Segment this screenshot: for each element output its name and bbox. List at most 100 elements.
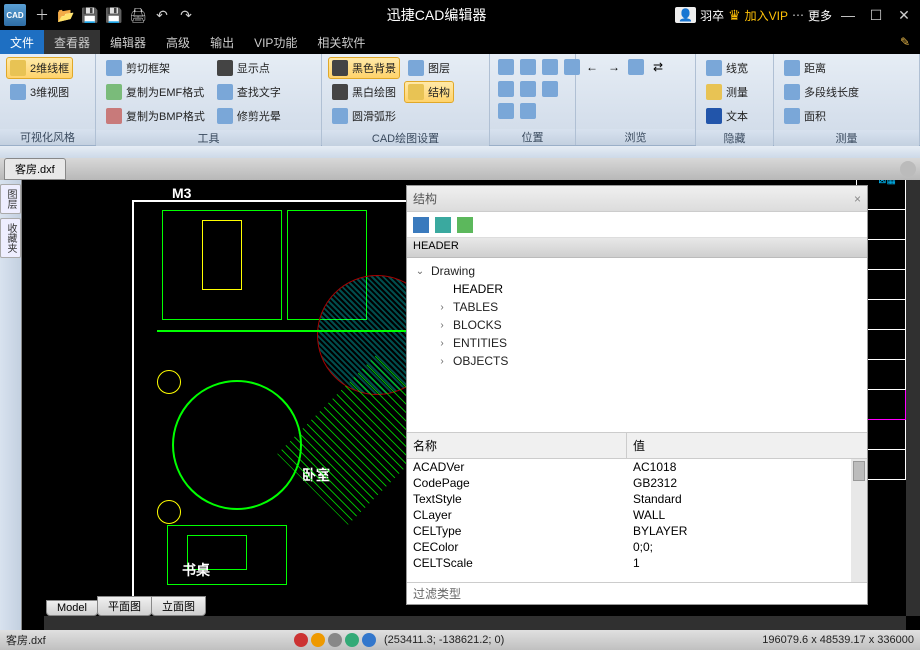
property-row[interactable]: CELTypeBYLAYER: [407, 523, 867, 539]
btn-smooth-arc[interactable]: 圆滑弧形: [328, 105, 400, 127]
tree-header[interactable]: HEADER: [413, 280, 861, 298]
nav-copy-icon[interactable]: [626, 57, 646, 77]
status-icon-1[interactable]: [294, 633, 308, 647]
btn-clip-frame[interactable]: 剪切框架: [102, 57, 209, 79]
maximize-icon[interactable]: ☐: [864, 3, 888, 27]
property-row[interactable]: CEColor0;0;: [407, 539, 867, 555]
btn-distance[interactable]: 距离: [780, 57, 863, 79]
tree-blocks[interactable]: ›BLOCKS: [413, 316, 861, 334]
panel-tool-3[interactable]: [457, 217, 473, 233]
pos-btn-1[interactable]: [496, 57, 516, 77]
tab-model[interactable]: Model: [46, 600, 98, 616]
menu-file[interactable]: 文件: [0, 30, 44, 54]
col-name[interactable]: 名称: [407, 433, 627, 458]
btn-structure[interactable]: 结构: [404, 81, 454, 103]
new-icon[interactable]: ＋: [30, 3, 54, 27]
filter-label[interactable]: 过滤类型: [407, 582, 867, 604]
close-icon[interactable]: ✕: [892, 3, 916, 27]
chevron-right-icon[interactable]: ›: [435, 356, 449, 367]
status-icon-5[interactable]: [362, 633, 376, 647]
label-m3: M3: [172, 185, 191, 201]
redo-icon[interactable]: ↷: [174, 3, 198, 27]
btn-linewidth[interactable]: 线宽: [702, 57, 752, 79]
btn-text[interactable]: 文本: [702, 105, 752, 127]
btn-measure[interactable]: 测量: [702, 81, 752, 103]
pos-btn-6[interactable]: [518, 79, 538, 99]
btn-2d-wireframe[interactable]: 2维线框: [6, 57, 73, 79]
btn-copy-bmp[interactable]: 复制为BMP格式: [102, 105, 209, 127]
btn-show-points[interactable]: 显示点: [213, 57, 285, 79]
status-icon-2[interactable]: [311, 633, 325, 647]
tree-entities[interactable]: ›ENTITIES: [413, 334, 861, 352]
menu-advanced[interactable]: 高级: [156, 30, 200, 54]
tree-root[interactable]: ⌄Drawing: [413, 262, 861, 280]
file-tab[interactable]: 客房.dxf: [4, 158, 66, 180]
save-icon[interactable]: 💾: [78, 3, 102, 27]
panel-tool-2[interactable]: [435, 217, 451, 233]
ellipsis-icon[interactable]: ⋯: [792, 8, 804, 22]
chevron-down-icon[interactable]: ⌄: [413, 266, 427, 277]
menu-vip[interactable]: VIP功能: [244, 30, 307, 54]
btn-bw-draw[interactable]: 黑白绘图: [328, 81, 400, 103]
tab-elev[interactable]: 立面图: [151, 596, 206, 616]
saveall-icon[interactable]: 💾: [102, 3, 126, 27]
pos-btn-3[interactable]: [540, 57, 560, 77]
open-icon[interactable]: 📂: [54, 3, 78, 27]
drawing-canvas[interactable]: M3 卧室 书桌 ⊠▦ 结构 ×: [22, 180, 920, 630]
btn-layer[interactable]: 图层: [404, 57, 454, 79]
sidebar-tab-layers[interactable]: 图层: [0, 184, 21, 214]
status-icon-3[interactable]: [328, 633, 342, 647]
tree-objects[interactable]: ›OBJECTS: [413, 352, 861, 370]
horizontal-scrollbar[interactable]: [44, 616, 906, 630]
btn-find-text[interactable]: 查找文字: [213, 81, 285, 103]
menu-output[interactable]: 输出: [200, 30, 244, 54]
property-row[interactable]: TextStyleStandard: [407, 491, 867, 507]
property-row[interactable]: CodePageGB2312: [407, 475, 867, 491]
nav-right-icon[interactable]: →: [604, 57, 624, 77]
menu-related[interactable]: 相关软件: [307, 30, 375, 54]
pos-btn-7[interactable]: [540, 79, 560, 99]
print-icon[interactable]: 🖨: [126, 3, 150, 27]
avatar-icon[interactable]: 👤: [675, 7, 696, 23]
panel-close-icon[interactable]: ×: [854, 192, 861, 206]
user-name[interactable]: 羽卒: [700, 7, 724, 24]
edit-pencil-icon[interactable]: ✎: [890, 30, 920, 54]
structure-icon: [408, 84, 424, 100]
layer-icon: [408, 60, 424, 76]
pos-btn-2[interactable]: [518, 57, 538, 77]
pos-btn-9[interactable]: [518, 101, 538, 121]
property-row[interactable]: ACADVerAC1018: [407, 459, 867, 475]
chevron-right-icon[interactable]: ›: [435, 320, 449, 331]
nav-left-icon[interactable]: ←: [582, 57, 602, 77]
tab-plan[interactable]: 平面图: [97, 596, 152, 616]
panel-tool-1[interactable]: [413, 217, 429, 233]
chevron-right-icon[interactable]: ›: [435, 338, 449, 349]
pos-btn-5[interactable]: [496, 79, 516, 99]
pos-btn-8[interactable]: [496, 101, 516, 121]
status-bar: 客房.dxf (253411.3; -138621.2; 0) 196079.6…: [0, 630, 920, 650]
tab-dropdown-icon[interactable]: [900, 161, 916, 177]
property-row[interactable]: CLayerWALL: [407, 507, 867, 523]
btn-area[interactable]: 面积: [780, 105, 863, 127]
btn-3d-view[interactable]: 3维视图: [6, 81, 73, 103]
col-value[interactable]: 值: [627, 433, 651, 458]
btn-black-bg[interactable]: 黑色背景: [328, 57, 400, 79]
menu-editor[interactable]: 编辑器: [100, 30, 156, 54]
vip-button[interactable]: 加入VIP: [745, 7, 788, 24]
more-button[interactable]: 更多: [808, 7, 832, 24]
minimize-icon[interactable]: —: [836, 3, 860, 27]
chevron-right-icon[interactable]: ›: [435, 302, 449, 313]
tree-tables[interactable]: ›TABLES: [413, 298, 861, 316]
scissors-icon: [106, 60, 122, 76]
menu-viewer[interactable]: 查看器: [44, 30, 100, 54]
status-icon-4[interactable]: [345, 633, 359, 647]
btn-polylen[interactable]: 多段线长度: [780, 81, 863, 103]
sidebar-tab-favorites[interactable]: 收藏夹: [0, 218, 21, 258]
undo-icon[interactable]: ↶: [150, 3, 174, 27]
btn-copy-emf[interactable]: 复制为EMF格式: [102, 81, 209, 103]
vertical-scrollbar[interactable]: [906, 180, 920, 616]
grid-scrollbar[interactable]: [851, 459, 867, 582]
property-row[interactable]: CELTScale1: [407, 555, 867, 571]
btn-trim-halo[interactable]: 修剪光晕: [213, 105, 285, 127]
nav-swap-icon[interactable]: ⇄: [648, 57, 668, 77]
